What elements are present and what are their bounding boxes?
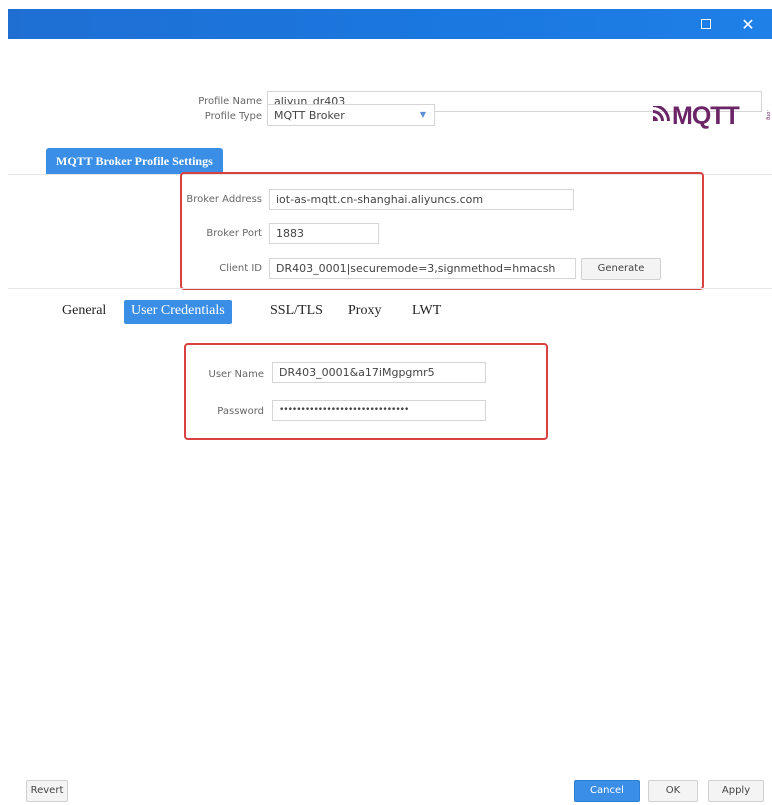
profile-type-value: MQTT Broker bbox=[274, 109, 345, 122]
password-label: Password bbox=[217, 406, 264, 417]
close-button[interactable]: ✕ bbox=[730, 9, 766, 39]
tab-user-credentials[interactable]: User Credentials bbox=[124, 300, 232, 324]
tab-ssl-tls[interactable]: SSL/TLS bbox=[270, 300, 323, 324]
generate-button[interactable]: Generate bbox=[581, 258, 661, 280]
mqtt-waves-icon bbox=[653, 106, 670, 121]
apply-button[interactable]: Apply bbox=[708, 780, 764, 802]
user-name-label: User Name bbox=[208, 369, 264, 380]
section-divider-bottom bbox=[8, 288, 772, 289]
profile-type-select[interactable]: MQTT Broker ▼ bbox=[267, 104, 435, 126]
maximize-icon bbox=[701, 19, 711, 29]
credentials-highlight-box bbox=[184, 343, 548, 440]
user-name-field[interactable]: DR403_0001&a17iMgpgmr5 bbox=[272, 362, 486, 383]
client-id-label: Client ID bbox=[219, 263, 262, 274]
profile-name-label: Profile Name bbox=[198, 96, 262, 107]
broker-port-label: Broker Port bbox=[206, 228, 262, 239]
maximize-button[interactable] bbox=[688, 9, 724, 39]
broker-address-label: Broker Address bbox=[186, 194, 262, 205]
mqtt-logo-text: MQTT bbox=[672, 102, 740, 130]
cancel-button[interactable]: Cancel bbox=[574, 780, 640, 802]
close-icon: ✕ bbox=[741, 14, 755, 34]
broker-port-field[interactable]: 1883 bbox=[269, 223, 379, 244]
profile-type-label: Profile Type bbox=[204, 111, 262, 122]
profile-settings-window: ✕ Profile Name aliyun_dr403 Profile Type… bbox=[0, 0, 772, 805]
ok-button[interactable]: OK bbox=[648, 780, 698, 802]
mqtt-logo-org: .org bbox=[765, 110, 771, 120]
tab-lwt[interactable]: LWT bbox=[412, 300, 441, 324]
revert-button[interactable]: Revert bbox=[26, 780, 68, 802]
title-bar: ✕ bbox=[8, 9, 772, 39]
mqtt-logo: MQTT .org bbox=[652, 100, 771, 132]
broker-address-field[interactable]: iot-as-mqtt.cn-shanghai.aliyuncs.com bbox=[269, 189, 574, 210]
tab-proxy[interactable]: Proxy bbox=[348, 300, 381, 324]
password-field[interactable]: •••••••••••••••••••••••••••••• bbox=[272, 400, 486, 421]
client-id-field[interactable]: DR403_0001|securemode=3,signmethod=hmacs… bbox=[269, 258, 576, 279]
chevron-down-icon: ▼ bbox=[419, 110, 426, 119]
tab-general[interactable]: General bbox=[62, 300, 106, 324]
broker-settings-tab[interactable]: MQTT Broker Profile Settings bbox=[46, 148, 223, 174]
